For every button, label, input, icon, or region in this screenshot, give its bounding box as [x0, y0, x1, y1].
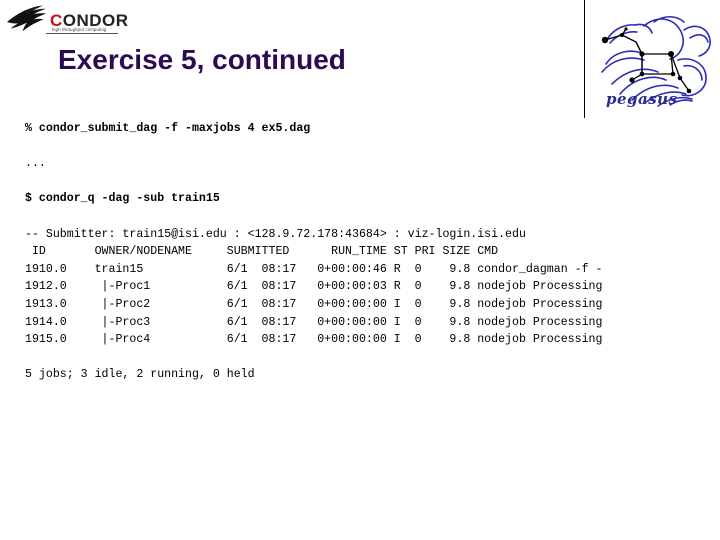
terminal-command-line: % condor_submit_dag -f -maxjobs 4 ex5.da… [25, 122, 311, 135]
condor-tagline: high throughput computing [52, 27, 107, 32]
condor-logo-rule [46, 33, 118, 34]
terminal-output-line: 1914.0 |-Proc3 6/1 08:17 0+00:00:00 I 0 … [25, 315, 603, 329]
terminal-output-line: 1913.0 |-Proc2 6/1 08:17 0+00:00:00 I 0 … [25, 297, 603, 311]
pegasus-logo: pegasus [592, 2, 720, 118]
terminal-output-line: ID OWNER/NODENAME SUBMITTED RUN_TIME ST … [25, 245, 499, 259]
terminal-output-line: ... [25, 157, 46, 171]
header-divider [584, 0, 585, 118]
terminal-output-line: 1915.0 |-Proc4 6/1 08:17 0+00:00:00 I 0 … [25, 333, 603, 347]
page-title: Exercise 5, continued [58, 44, 346, 75]
condor-logo: CONDOR high throughput computing [6, 2, 128, 38]
terminal-command-line: $ condor_q -dag -sub train15 [25, 192, 220, 206]
terminal-output-line: -- Submitter: train15@isi.edu : <128.9.7… [25, 227, 526, 241]
terminal-output-line: 1912.0 |-Proc1 6/1 08:17 0+00:00:03 R 0 … [25, 280, 603, 294]
slide: CONDOR high throughput computing pegasus… [0, 0, 720, 540]
terminal-output-line: 5 jobs; 3 idle, 2 running, 0 held [25, 368, 255, 382]
pegasus-label: pegasus [606, 90, 678, 108]
terminal-output-line: 1910.0 train15 6/1 08:17 0+00:00:46 R 0 … [25, 262, 603, 276]
terminal-output: % condor_submit_dag -f -maxjobs 4 ex5.da… [25, 120, 720, 384]
